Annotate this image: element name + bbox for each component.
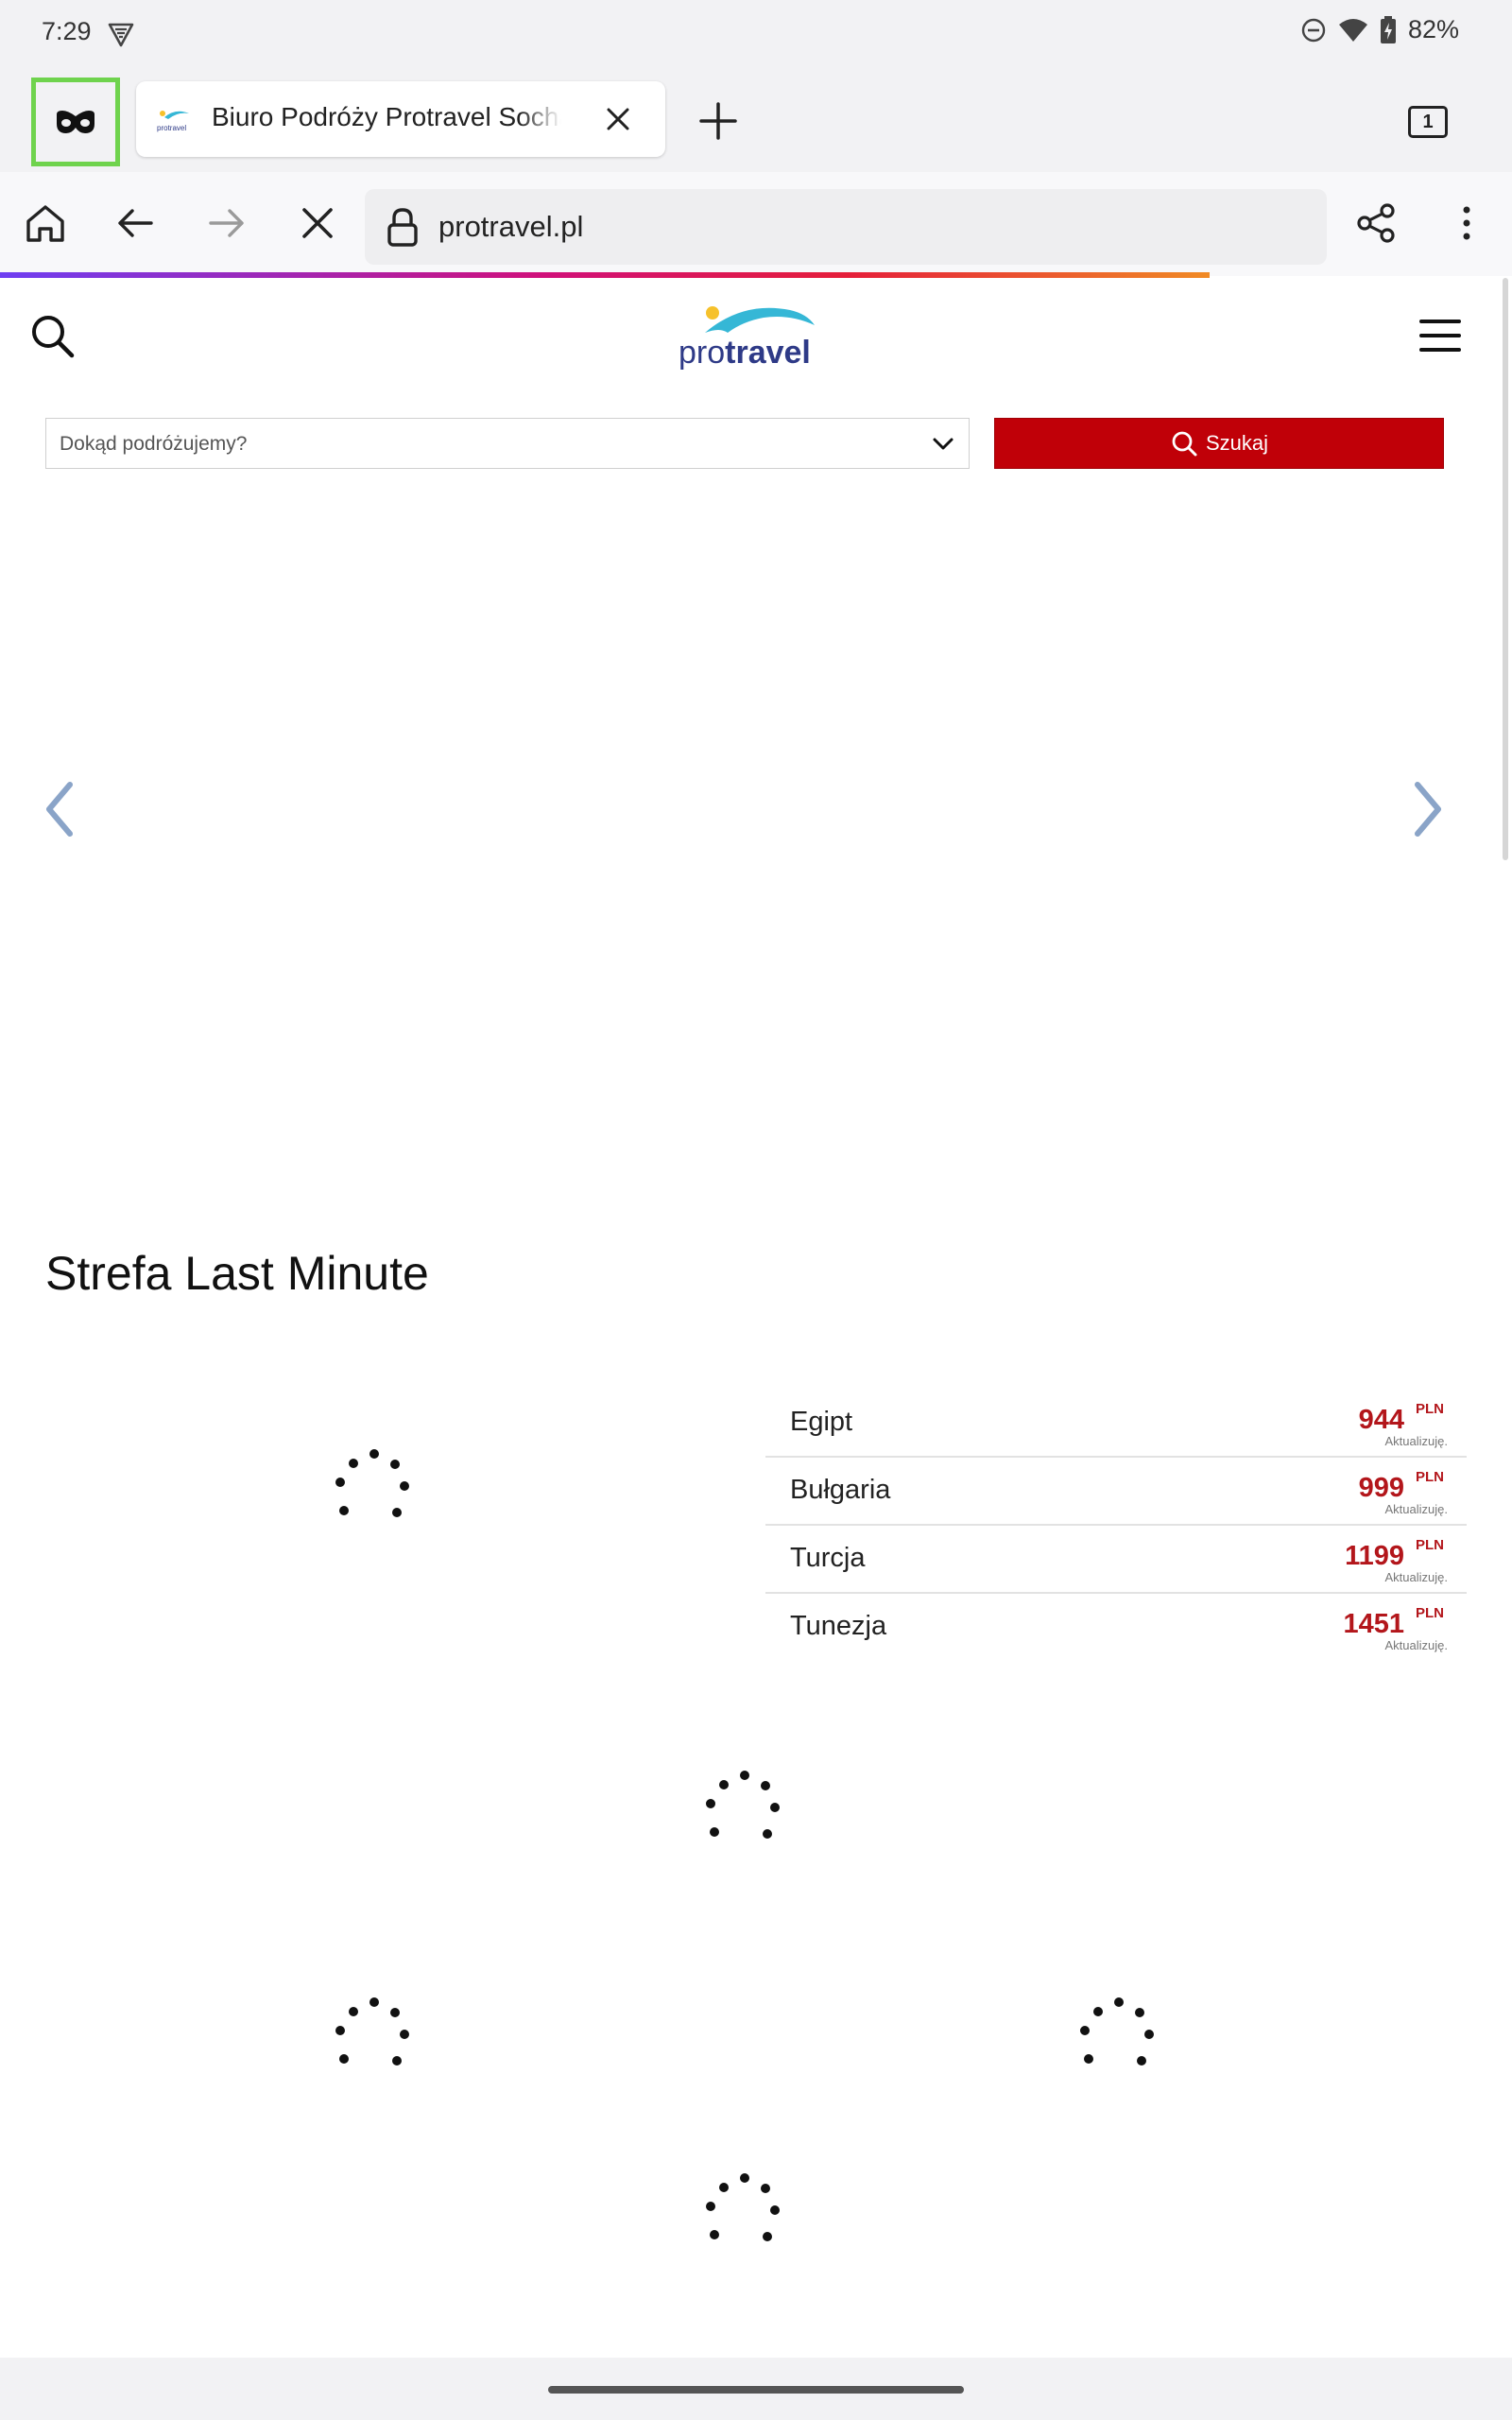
- battery-percent: 82%: [1407, 15, 1459, 43]
- browser-toolbar: protravel.pl: [0, 172, 1512, 276]
- destination-name[interactable]: Tunezja: [790, 1611, 886, 1642]
- price-value: 999: [1358, 1473, 1404, 1503]
- url-text[interactable]: protravel.pl: [438, 210, 583, 244]
- loading-spinner-icon: [706, 2173, 780, 2241]
- url-bar[interactable]: protravel.pl: [365, 189, 1327, 265]
- incognito-mask-icon: [57, 111, 94, 133]
- price-value: 944: [1358, 1405, 1404, 1435]
- tab-title: Biuro Podróży Protravel Sochaczew: [212, 102, 561, 131]
- price-status-note: Aktualizuję.: [1384, 1638, 1448, 1652]
- section-title-last-minute: Strefa Last Minute: [45, 1247, 429, 1300]
- loading-spinner-icon: [706, 1771, 780, 1839]
- status-time: 7:29: [42, 17, 92, 45]
- price-value: 1451: [1343, 1609, 1404, 1639]
- new-tab-icon[interactable]: [696, 98, 741, 144]
- more-icon[interactable]: [1444, 200, 1489, 246]
- loading-spinner-icon: [335, 1449, 409, 1517]
- forward-icon[interactable]: [203, 200, 249, 246]
- back-icon[interactable]: [113, 200, 159, 246]
- svg-text:protravel: protravel: [157, 124, 186, 132]
- destination-name[interactable]: Egipt: [790, 1407, 852, 1438]
- do-not-disturb-icon: [1301, 18, 1326, 42]
- incognito-button[interactable]: [31, 78, 120, 166]
- tab-count-button[interactable]: 1: [1408, 106, 1448, 138]
- wifi-icon: [1338, 18, 1367, 42]
- destination-name[interactable]: Turcja: [790, 1543, 866, 1574]
- tab-strip: protravel Biuro Podróży Protravel Sochac…: [0, 68, 1512, 172]
- destination-placeholder: Dokąd podróżujemy?: [60, 433, 248, 455]
- loading-spinner-icon: [335, 1997, 409, 2066]
- home-icon[interactable]: [23, 200, 68, 246]
- search-icon[interactable]: [28, 312, 76, 359]
- slider-next-icon[interactable]: [1408, 779, 1446, 839]
- close-tab-icon[interactable]: [599, 100, 637, 138]
- last-minute-list: Egipt 944 PLN Aktualizuję. Bułgaria 999 …: [765, 1390, 1467, 1662]
- status-bar: 7:29 82%: [0, 0, 1512, 68]
- price-currency: PLN: [1416, 1537, 1444, 1553]
- last-minute-row-turcja[interactable]: Turcja 1199 PLN Aktualizuję.: [765, 1526, 1467, 1594]
- price-currency: PLN: [1416, 1401, 1444, 1417]
- vpn-shield-icon: [108, 23, 134, 47]
- search-icon: [1172, 431, 1197, 457]
- page-scrollbar[interactable]: [1503, 278, 1508, 860]
- last-minute-row-bulgaria[interactable]: Bułgaria 999 PLN Aktualizuję.: [765, 1458, 1467, 1526]
- logo-text-bold: travel: [725, 335, 811, 371]
- price-status-note: Aktualizuję.: [1384, 1434, 1448, 1448]
- logo-text-light: pro: [679, 335, 726, 371]
- protravel-logo[interactable]: protravel: [677, 297, 818, 372]
- loading-spinner-icon: [1080, 1997, 1154, 2066]
- slider-prev-icon[interactable]: [42, 779, 79, 839]
- price-status-note: Aktualizuję.: [1384, 1502, 1448, 1516]
- last-minute-row-tunezja[interactable]: Tunezja 1451 PLN Aktualizuję.: [765, 1594, 1467, 1662]
- web-page: protravel Dokąd podróżujemy? Szukaj Stre…: [0, 278, 1503, 2358]
- share-icon[interactable]: [1353, 200, 1399, 246]
- system-nav-bar: [0, 2358, 1512, 2420]
- destination-name[interactable]: Bułgaria: [790, 1475, 890, 1506]
- search-button[interactable]: Szukaj: [994, 418, 1444, 469]
- status-icons: 82%: [1300, 15, 1459, 44]
- last-minute-row-egipt[interactable]: Egipt 944 PLN Aktualizuję.: [765, 1390, 1467, 1458]
- stop-loading-icon[interactable]: [295, 200, 340, 246]
- lock-icon[interactable]: [384, 206, 421, 248]
- home-indicator[interactable]: [548, 2386, 964, 2394]
- protravel-favicon: protravel: [157, 111, 189, 132]
- price-status-note: Aktualizuję.: [1384, 1570, 1448, 1584]
- battery-charging-icon: [1380, 15, 1396, 43]
- chevron-down-icon: [933, 438, 954, 450]
- destination-select[interactable]: Dokąd podróżujemy?: [45, 418, 970, 469]
- price-value: 1199: [1345, 1541, 1404, 1571]
- price-currency: PLN: [1416, 1605, 1444, 1621]
- search-button-label: Szukaj: [1205, 431, 1269, 455]
- tab-protravel[interactable]: protravel Biuro Podróży Protravel Sochac…: [136, 81, 665, 157]
- price-currency: PLN: [1416, 1469, 1444, 1485]
- logo-wave-icon: [705, 306, 815, 333]
- hamburger-menu-icon[interactable]: [1418, 316, 1463, 355]
